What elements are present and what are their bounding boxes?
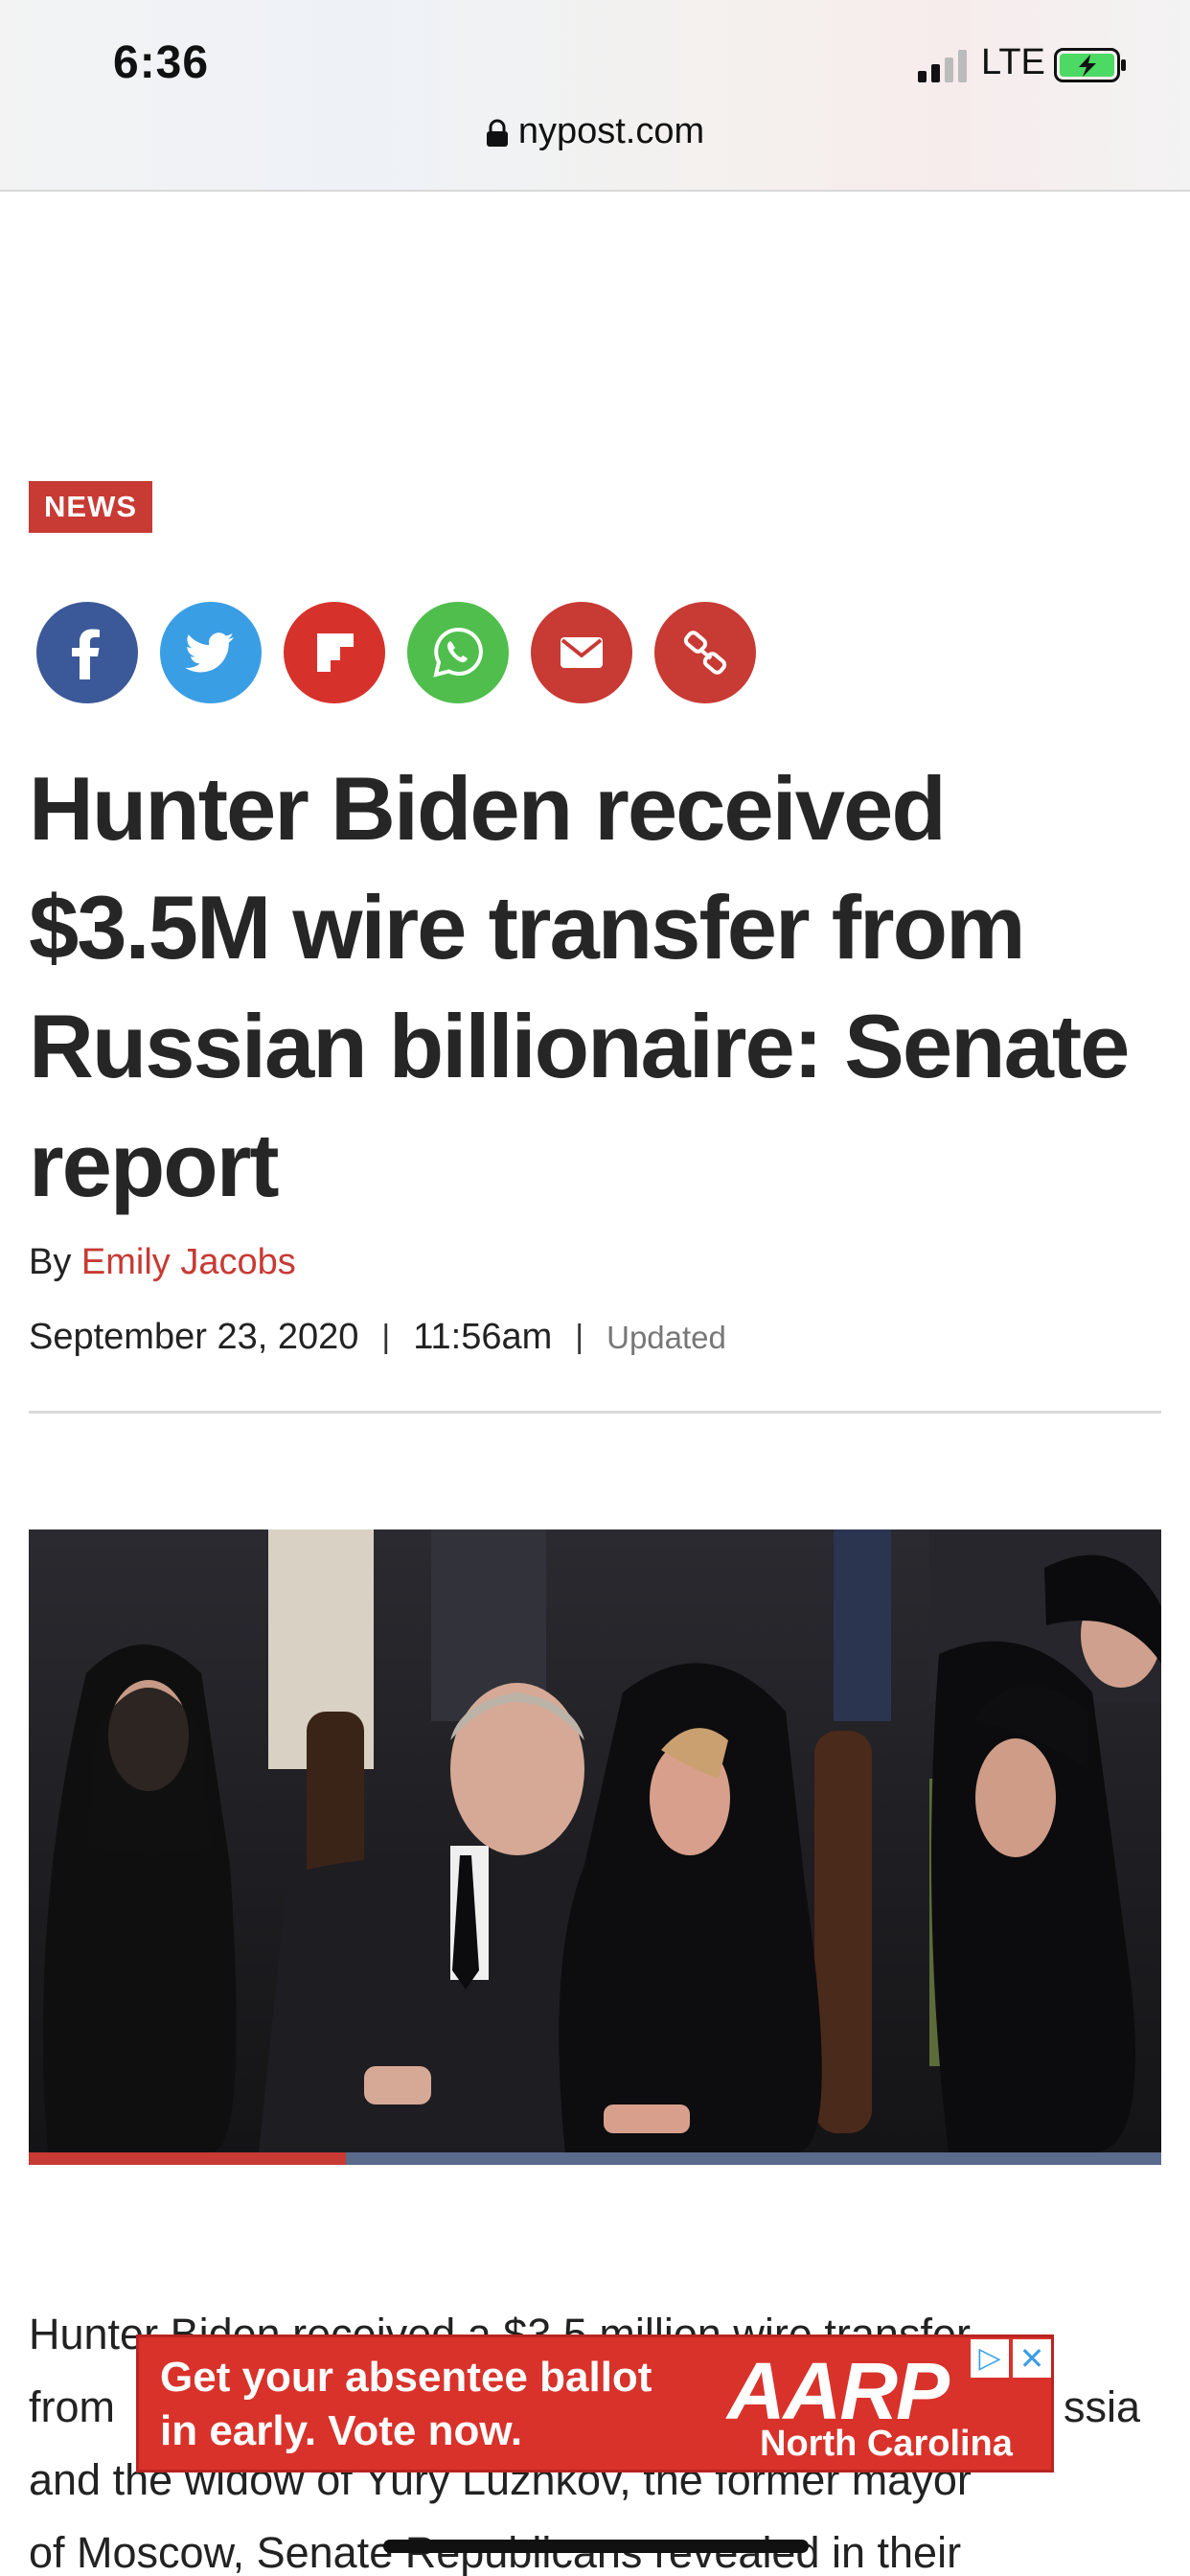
share-twitter-button[interactable] [160, 602, 262, 703]
share-facebook-button[interactable] [36, 602, 138, 703]
cellular-signal-icon [918, 50, 967, 82]
ad-message: Get your absentee ballot in early. Vote … [160, 2354, 652, 2454]
ad-brand-subtitle: North Carolina [760, 2424, 1013, 2464]
body-line-end: ssia [1063, 2382, 1140, 2431]
aarp-ad-banner[interactable]: Get your absentee ballot in early. Vote … [136, 2334, 1054, 2472]
home-indicator[interactable] [383, 2540, 809, 2553]
divider [29, 1411, 1161, 1414]
byline: By Emily Jacobs [29, 1242, 296, 1283]
article-photo[interactable] [29, 1530, 1161, 2152]
slideshow-progress-bar [29, 2152, 1161, 2165]
facebook-icon [72, 629, 100, 679]
browser-chrome: 6:36 LTE nypost.com [0, 0, 1190, 192]
section-tag[interactable]: NEWS [29, 481, 152, 533]
email-icon [561, 637, 603, 668]
url-bar[interactable]: nypost.com [0, 111, 1190, 152]
share-email-button[interactable] [531, 602, 632, 703]
author-link[interactable]: Emily Jacobs [81, 1242, 296, 1282]
battery-charging-icon [1054, 48, 1126, 82]
ad-choices-icon[interactable]: ▷ [971, 2339, 1009, 2378]
publish-date: September 23, 2020 [29, 1317, 359, 1357]
photo-illustration [29, 1530, 1161, 2152]
article-headline: Hunter Biden received $3.5M wire transfe… [29, 758, 1130, 1215]
whatsapp-icon [433, 627, 483, 678]
copy-link-button[interactable] [654, 602, 756, 703]
share-whatsapp-button[interactable] [407, 602, 509, 703]
time-separator: | [575, 1319, 584, 1355]
carrier-label: LTE [981, 42, 1045, 82]
twitter-icon [185, 632, 234, 673]
status-time: 6:36 [113, 37, 210, 88]
url-text: nypost.com [517, 111, 705, 151]
flipboard-icon [317, 633, 354, 672]
dateline: September 23, 2020 | 11:56am | Updated [29, 1317, 726, 1358]
date-separator: | [381, 1319, 391, 1355]
publish-time: 11:56am [413, 1317, 553, 1357]
close-icon[interactable]: ✕ [1013, 2339, 1051, 2378]
slideshow-progress-fill [29, 2152, 346, 2165]
link-icon [683, 631, 727, 675]
share-bar [36, 602, 756, 703]
byline-prefix: By [29, 1242, 81, 1282]
lock-icon [486, 119, 508, 147]
updated-label: Updated [606, 1319, 726, 1355]
body-line-start: from [29, 2382, 115, 2431]
share-flipboard-button[interactable] [284, 602, 385, 703]
